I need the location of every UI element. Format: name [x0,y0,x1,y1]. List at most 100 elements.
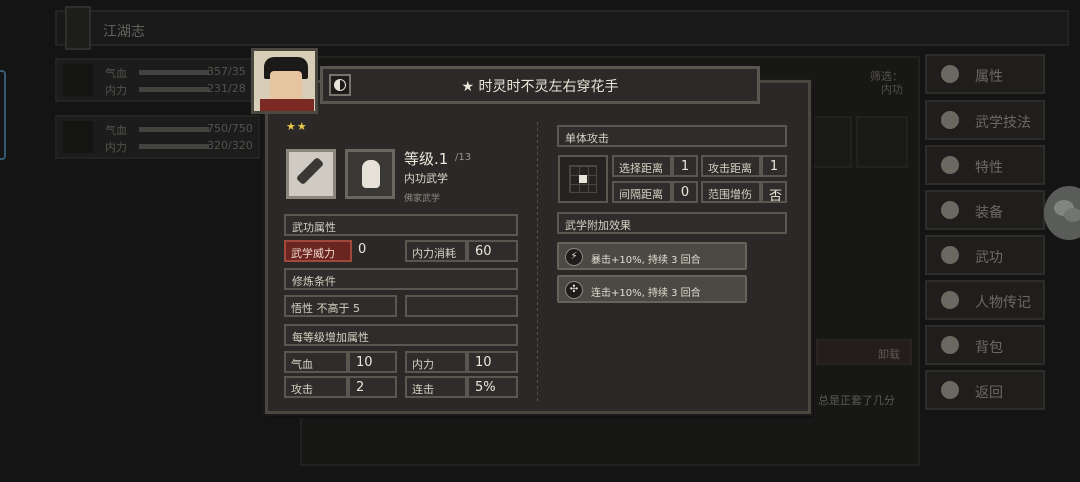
gap-range-label: 间隔距离 [612,181,672,203]
column-divider [537,122,538,402]
mp-bar [139,144,209,149]
hp-value: 10 [348,351,397,373]
hp-value: 750/750 [207,122,253,135]
avatar [63,64,93,96]
attack-value: 2 [348,376,397,398]
section-per-level: 每等级增加属性 [284,324,518,346]
combo-label: 连击 [405,376,467,398]
requirement-1: 悟性 不高于 5 [284,295,397,317]
filter-caption: 筛选： [870,70,903,83]
side-menu-equipment[interactable]: 装备 [925,190,1045,230]
top-bar: 江湖志 [55,6,1069,50]
side-menu-martial-arts[interactable]: 武学技法 [925,100,1045,140]
attack-range-label: 攻击距离 [701,155,761,177]
hint-text: 总是正套了几分 [818,394,895,407]
combo-icon: ✣ [565,281,583,299]
section-attributes: 武功属性 [284,214,518,236]
side-menu-bag[interactable]: 背包 [925,325,1045,365]
side-menu-traits[interactable]: 特性 [925,145,1045,185]
range-target-dot [579,175,587,183]
portrait-body [260,99,314,111]
book-icon [65,6,91,50]
character-portrait [251,48,318,114]
effect-text: 连击+10%, 持续 3 回合 [591,288,701,299]
gap-range-value: 0 [672,181,698,203]
mp-bar [139,87,209,92]
hp-bar [139,127,209,132]
attack-label: 攻击 [284,376,348,398]
edge-handle[interactable] [0,70,6,160]
filter-value: 内功 [881,83,903,96]
skill-level: 等级.1 [404,150,449,168]
aoe-bonus-value: 否 [761,181,787,204]
aoe-bonus-label: 范围增伤 [701,181,761,203]
dialog-title-bar: ★ 时灵时不灵左右穿花手 [320,66,760,104]
mp-value: 320/320 [207,139,253,152]
effect-combo[interactable]: ✣ 连击+10%, 持续 3 回合 [557,275,747,303]
character-row[interactable]: 气血 750/750 内力 320/320 [55,115,260,159]
monk-skill-icon[interactable] [345,149,395,199]
mp-label: 内力 [105,141,127,154]
side-menu-label: 武学技法 [975,115,1031,131]
star-rating: ★★ [286,120,308,133]
side-menu-biography[interactable]: 人物传记 [925,280,1045,320]
requirement-2 [405,295,518,317]
mp-label: 内力 [405,351,467,373]
attack-range-value: 1 [761,155,787,177]
scroll-skill-icon[interactable] [286,149,336,199]
portrait-face [270,71,302,101]
mp-value: 10 [467,351,518,373]
hp-label: 气血 [105,124,127,137]
skill-school: 佛家武学 [404,194,441,204]
filter-label[interactable]: 筛选： 内功 [843,70,903,96]
hp-bar [139,70,209,75]
bag-icon [941,336,959,354]
select-range-value: 1 [672,155,698,177]
effect-text: 暴击+10%, 持续 3 回合 [591,255,701,266]
side-menu-return[interactable]: 返回 [925,370,1045,410]
combo-value: 5% [467,376,518,398]
section-extra-effects: 武学附加效果 [557,212,787,234]
side-menu-label: 人物传记 [975,295,1031,311]
mp-value: 231/28 [207,82,246,95]
trait-icon [941,156,959,174]
hp-label: 气血 [284,351,348,373]
lightning-icon: ⚡ [565,248,583,266]
side-menu-label: 返回 [975,385,1003,401]
cost-label: 内力消耗 [405,240,467,262]
side-menu-label: 武功 [975,250,1003,266]
martial-arts-icon [941,111,959,129]
return-icon [941,381,959,399]
skill-title: ★ 时灵时不灵左右穿花手 [461,79,619,95]
top-title: 江湖志 [103,24,145,40]
side-menu-kungfu[interactable]: 武功 [925,235,1045,275]
effect-crit[interactable]: ⚡ 暴击+10%, 持续 3 回合 [557,242,747,270]
hp-label: 气血 [105,67,127,80]
side-menu-attributes[interactable]: 属性 [925,54,1045,94]
skill-level-max: /13 [455,152,472,163]
unequip-button[interactable]: 卸载 [816,339,912,365]
side-menu-label: 特性 [975,160,1003,176]
cost-value: 60 [467,240,518,262]
monk-icon [362,160,380,188]
side-menu-label: 属性 [975,69,1003,85]
select-range-label: 选择距离 [612,155,672,177]
scroll-icon [295,156,325,186]
power-label: 武学威力 [284,240,352,262]
chat-bubble-icon [1064,208,1080,222]
character-row[interactable]: 气血 357/35 内力 231/28 [55,58,260,102]
person-icon [941,65,959,83]
skill-type: 内功武学 [404,172,448,185]
manual-icon [941,246,959,264]
section-requirements: 修炼条件 [284,268,518,290]
sword-icon [941,201,959,219]
section-single-attack: 单体攻击 [557,125,787,147]
hp-value: 357/35 [207,65,246,78]
side-menu-label: 背包 [975,340,1003,356]
side-menu-label: 装备 [975,205,1003,221]
range-grid [558,155,608,203]
skill-slot[interactable] [856,116,908,168]
biography-icon [941,291,959,309]
avatar [63,121,93,153]
mp-label: 内力 [105,84,127,97]
